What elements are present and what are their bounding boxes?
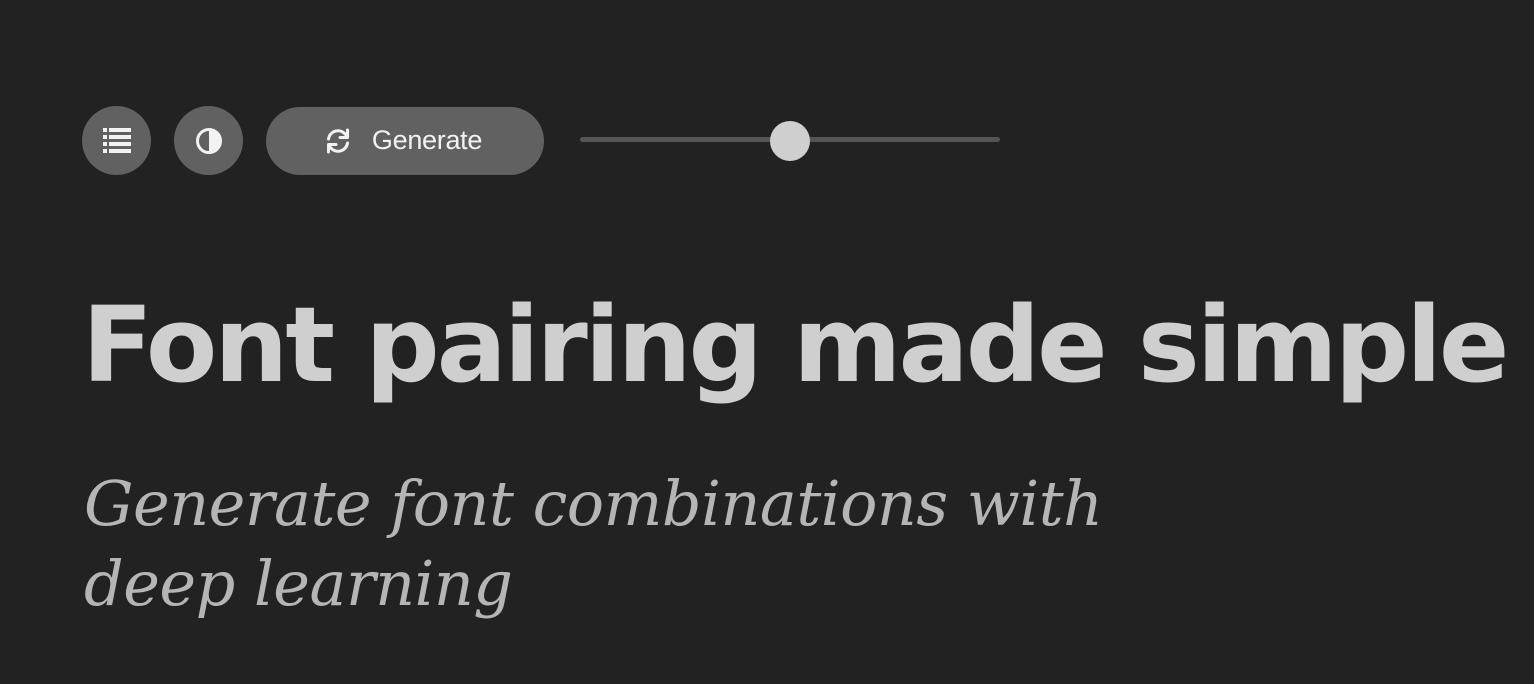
list-icon xyxy=(102,127,131,153)
slider-thumb[interactable] xyxy=(770,121,810,161)
size-slider[interactable] xyxy=(580,121,1000,161)
page-title: Font pairing made simple xyxy=(82,284,1509,406)
page-subtitle: Generate font combinations with deep lea… xyxy=(84,467,1103,620)
contrast-icon xyxy=(195,127,222,154)
generate-button-label: Generate xyxy=(371,125,483,155)
refresh-icon xyxy=(324,127,352,155)
list-button[interactable] xyxy=(82,106,151,175)
generate-button[interactable]: Generate xyxy=(266,106,544,175)
toolbar: Generate xyxy=(82,106,544,175)
theme-toggle-button[interactable] xyxy=(174,106,243,175)
